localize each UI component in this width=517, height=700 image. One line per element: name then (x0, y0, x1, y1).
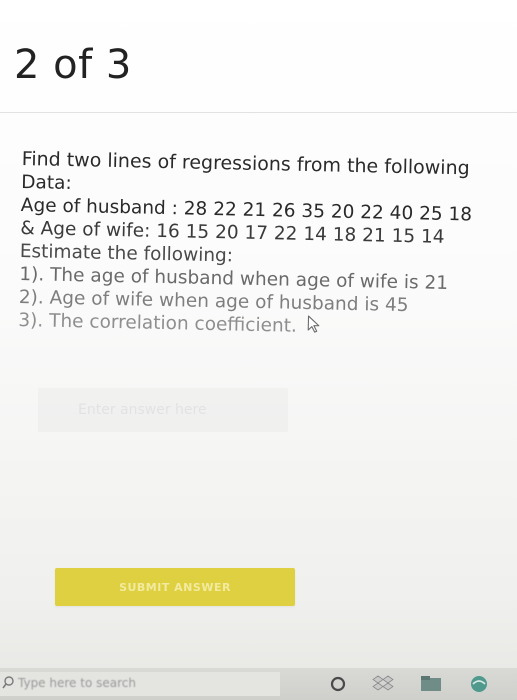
browser-icon[interactable] (468, 674, 490, 698)
dropbox-icon[interactable] (372, 674, 394, 698)
file-explorer-icon[interactable] (420, 674, 442, 698)
question-line: 3). The correlation coefficient. (18, 309, 298, 337)
cortana-circle-icon[interactable] (328, 674, 348, 698)
mouse-pointer-icon (307, 315, 321, 339)
submit-answer-button[interactable]: SUBMIT ANSWER (55, 568, 295, 606)
screen: 2 of 3 Find two lines of regressions fro… (0, 0, 517, 700)
search-icon (2, 675, 18, 693)
header-divider (0, 112, 517, 113)
taskbar-search-placeholder: Type here to search (18, 676, 136, 690)
answer-input[interactable] (38, 388, 288, 432)
answer-field[interactable] (38, 388, 288, 432)
taskbar-search-box[interactable]: Type here to search (0, 672, 280, 696)
question-text: Find two lines of regressions from the f… (18, 148, 502, 343)
page-counter: 2 of 3 (14, 42, 132, 88)
windows-taskbar: Type here to search (0, 668, 517, 700)
